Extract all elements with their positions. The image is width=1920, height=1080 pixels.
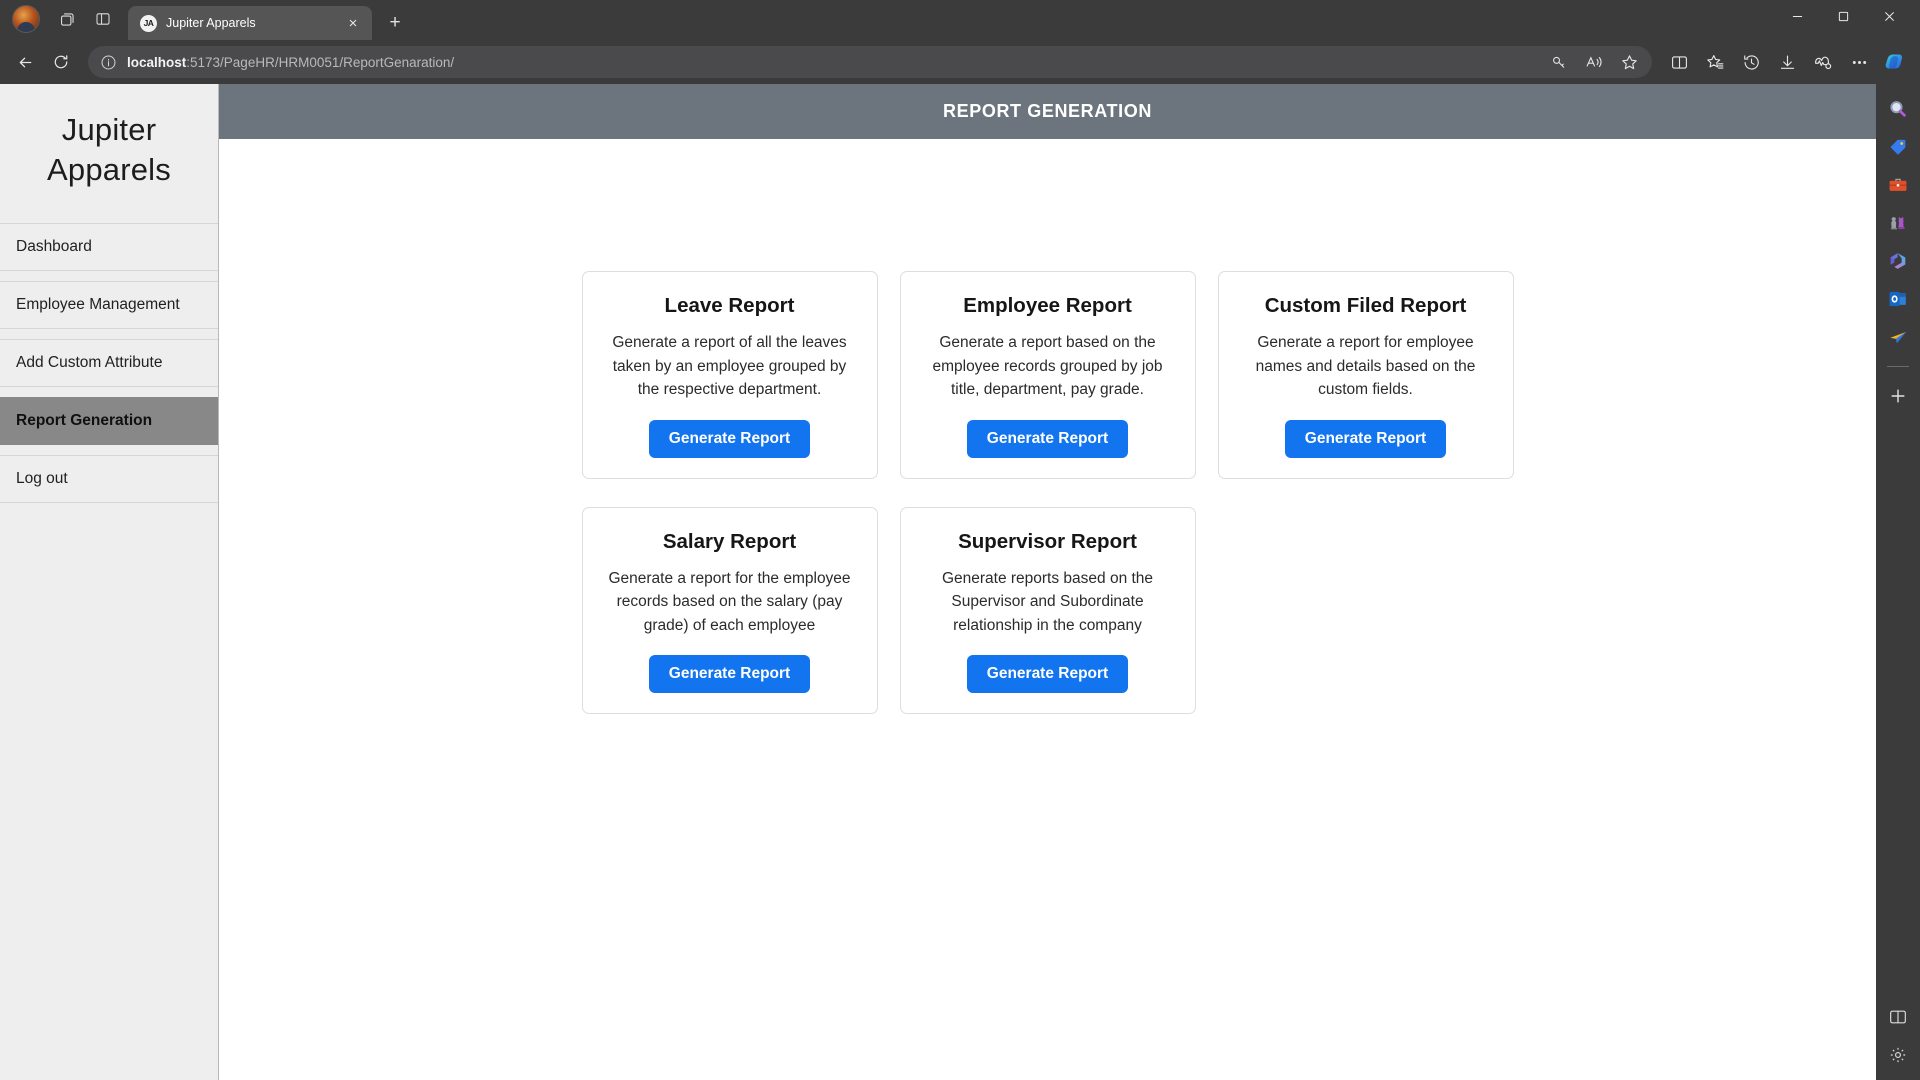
page-title: REPORT GENERATION	[219, 84, 1876, 139]
downloads-icon[interactable]	[1770, 46, 1804, 78]
generate-report-button[interactable]: Generate Report	[967, 655, 1128, 693]
report-card-salary: Salary Report Generate a report for the …	[582, 507, 878, 715]
card-title: Salary Report	[663, 530, 796, 554]
tab-title: Jupiter Apparels	[166, 16, 333, 30]
report-card-leave: Leave Report Generate a report of all th…	[582, 271, 878, 479]
card-description: Generate a report for the employee recor…	[603, 567, 857, 638]
site-info-icon	[100, 54, 117, 71]
sidebar-item-employee-management[interactable]: Employee Management	[0, 281, 218, 329]
address-bar[interactable]: localhost:5173/PageHR/HRM0051/ReportGena…	[88, 46, 1652, 78]
card-title: Employee Report	[963, 294, 1132, 318]
card-title: Supervisor Report	[958, 530, 1137, 554]
settings-gear-icon[interactable]	[1881, 1038, 1915, 1072]
tab-search-icon[interactable]	[50, 4, 84, 34]
app-sidebar: Jupiter Apparels Dashboard Employee Mana…	[0, 84, 219, 1080]
card-title: Custom Filed Report	[1265, 294, 1467, 318]
collections-icon[interactable]	[1698, 46, 1732, 78]
maximize-button[interactable]	[1820, 0, 1866, 32]
generate-report-button[interactable]: Generate Report	[967, 420, 1128, 458]
generate-report-button[interactable]: Generate Report	[649, 420, 810, 458]
read-aloud-icon[interactable]	[1577, 46, 1611, 78]
browser-viewport: Jupiter Apparels Dashboard Employee Mana…	[0, 84, 1920, 1080]
sidebar-nav: Dashboard Employee Management Add Custom…	[0, 223, 218, 513]
add-icon[interactable]	[1881, 379, 1915, 413]
sidebar-item-dashboard[interactable]: Dashboard	[0, 223, 218, 271]
history-icon[interactable]	[1734, 46, 1768, 78]
microsoft365-icon[interactable]	[1881, 244, 1915, 278]
password-key-icon[interactable]	[1542, 46, 1576, 78]
back-icon[interactable]	[8, 46, 42, 78]
tab-strip: JA Jupiter Apparels × +	[0, 0, 1920, 40]
close-icon[interactable]: ×	[342, 12, 364, 34]
outlook-icon[interactable]	[1881, 282, 1915, 316]
tabstrip-left-controls	[6, 0, 120, 40]
search-icon[interactable]	[1881, 92, 1915, 126]
card-description: Generate a report for employee names and…	[1239, 331, 1493, 402]
tools-briefcase-icon[interactable]	[1881, 168, 1915, 202]
sidebar-item-log-out[interactable]: Log out	[0, 455, 218, 503]
card-title: Leave Report	[665, 294, 795, 318]
split-pane-icon[interactable]	[1881, 1000, 1915, 1034]
report-card-employee: Employee Report Generate a report based …	[900, 271, 1196, 479]
report-card-custom-filed: Custom Filed Report Generate a report fo…	[1218, 271, 1514, 479]
url-path: :5173/PageHR/HRM0051/ReportGenaration/	[186, 55, 454, 70]
edge-sidebar	[1876, 84, 1920, 1080]
report-cards-grid: Leave Report Generate a report of all th…	[568, 271, 1528, 714]
generate-report-button[interactable]: Generate Report	[1285, 420, 1446, 458]
card-description: Generate reports based on the Supervisor…	[921, 567, 1175, 638]
split-screen-icon[interactable]	[1662, 46, 1696, 78]
settings-more-icon[interactable]	[1842, 46, 1876, 78]
shopping-tag-icon[interactable]	[1881, 130, 1915, 164]
browser-tab-active[interactable]: JA Jupiter Apparels ×	[128, 6, 372, 40]
edge-divider	[1887, 366, 1909, 367]
browser-window: JA Jupiter Apparels × +	[0, 0, 1920, 1080]
window-controls	[1774, 0, 1912, 40]
url-text: localhost:5173/PageHR/HRM0051/ReportGena…	[127, 55, 1542, 70]
copilot-icon[interactable]	[1878, 46, 1912, 78]
report-card-supervisor: Supervisor Report Generate reports based…	[900, 507, 1196, 715]
web-page: Jupiter Apparels Dashboard Employee Mana…	[0, 84, 1876, 1080]
profile-avatar[interactable]	[12, 5, 40, 33]
report-cards-area: Leave Report Generate a report of all th…	[219, 139, 1876, 1080]
url-host: localhost	[127, 55, 186, 70]
card-description: Generate a report of all the leaves take…	[603, 331, 857, 402]
generate-report-button[interactable]: Generate Report	[649, 655, 810, 693]
main-content: REPORT GENERATION Leave Report Generate …	[219, 84, 1876, 1080]
minimize-button[interactable]	[1774, 0, 1820, 32]
brand-line-2: Apparels	[14, 150, 204, 190]
favorite-star-icon[interactable]	[1612, 46, 1646, 78]
card-description: Generate a report based on the employee …	[921, 331, 1175, 402]
browser-toolbar: localhost:5173/PageHR/HRM0051/ReportGena…	[0, 40, 1920, 84]
brand-line-1: Jupiter	[14, 110, 204, 150]
omnibox-actions	[1542, 46, 1646, 78]
sidebar-item-add-custom-attribute[interactable]: Add Custom Attribute	[0, 339, 218, 387]
games-icon[interactable]	[1881, 206, 1915, 240]
browser-essentials-icon[interactable]	[1806, 46, 1840, 78]
brand-title: Jupiter Apparels	[0, 84, 218, 223]
sidebar-item-report-generation[interactable]: Report Generation	[0, 397, 218, 445]
reload-icon[interactable]	[44, 46, 78, 78]
close-window-button[interactable]	[1866, 0, 1912, 32]
split-tab-icon[interactable]	[86, 4, 120, 34]
new-tab-button[interactable]: +	[380, 8, 410, 38]
jupiter-apparels-favicon: JA	[140, 15, 157, 32]
send-plane-icon[interactable]	[1881, 320, 1915, 354]
